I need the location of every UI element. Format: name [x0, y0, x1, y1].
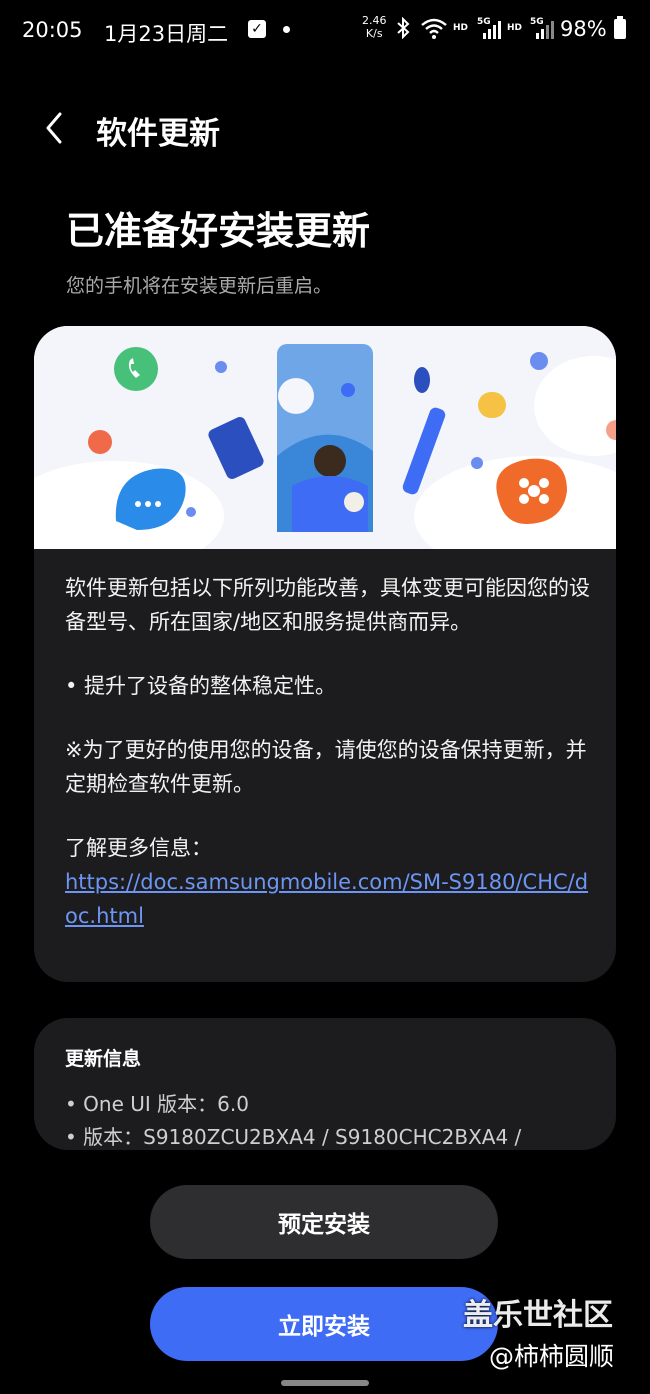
- signal-icon-1: 5G: [477, 15, 501, 45]
- update-illustration: [34, 326, 616, 576]
- bluetooth-icon: [396, 16, 410, 44]
- status-time: 20:05: [22, 18, 83, 42]
- battery-icon: [614, 16, 626, 39]
- status-bar: 20:05 1月23日周二 ✓ 2.46 K/s HD 5G HD 5G 98%: [0, 0, 650, 60]
- notification-dot-icon: [283, 26, 290, 33]
- update-info-card: 更新信息 • One UI 版本：6.0 • 版本：S9180ZCU2BXA4 …: [34, 1018, 616, 1150]
- build-version: • 版本：S9180ZCU2BXA4 / S9180CHC2BXA4 /: [65, 1125, 522, 1149]
- signal-icon-2: 5G: [530, 15, 554, 45]
- battery-percent: 98%: [560, 17, 607, 41]
- network-speed: 2.46 K/s: [362, 14, 387, 40]
- status-date: 1月23日周二: [104, 22, 229, 46]
- release-notes-text: 软件更新包括以下所列功能改善，具体变更可能因您的设备型号、所在国家/地区和服务提…: [65, 571, 595, 933]
- back-button[interactable]: [40, 108, 70, 148]
- page-title: 软件更新: [96, 116, 220, 152]
- notes-tip: ※为了更好的使用您的设备，请使您的设备保持更新，并定期检查软件更新。: [65, 738, 587, 796]
- notes-bullet: • 提升了设备的整体稳定性。: [65, 674, 337, 698]
- one-ui-version: • One UI 版本：6.0: [65, 1092, 249, 1116]
- documentation-link[interactable]: https://doc.samsungmobile.com/SM-S9180/C…: [65, 870, 588, 928]
- hd-label-1: HD: [453, 23, 469, 33]
- hd-label-2: HD: [507, 23, 523, 33]
- notes-intro: 软件更新包括以下所列功能改善，具体变更可能因您的设备型号、所在国家/地区和服务提…: [65, 576, 590, 634]
- checkbox-notification-icon: ✓: [248, 20, 266, 38]
- more-info-label: 了解更多信息：: [65, 836, 212, 860]
- update-info-title: 更新信息: [65, 1048, 142, 1070]
- release-notes-card: 软件更新包括以下所列功能改善，具体变更可能因您的设备型号、所在国家/地区和服务提…: [34, 326, 616, 982]
- subtitle: 您的手机将在安装更新后重启。: [66, 275, 333, 297]
- speed-unit: K/s: [365, 27, 383, 40]
- speed-value: 2.46: [362, 14, 387, 27]
- install-now-button[interactable]: 立即安装: [150, 1287, 498, 1361]
- wifi-icon: [420, 16, 448, 44]
- svg-text:5G: 5G: [530, 17, 544, 27]
- svg-text:5G: 5G: [477, 17, 491, 27]
- watermark-community: 盖乐世社区: [463, 1298, 613, 1333]
- headline: 已准备好安装更新: [66, 209, 371, 253]
- watermark-author: @柿柿圆顺: [489, 1342, 615, 1371]
- home-indicator[interactable]: [281, 1380, 369, 1386]
- schedule-install-button[interactable]: 预定安装: [150, 1185, 498, 1259]
